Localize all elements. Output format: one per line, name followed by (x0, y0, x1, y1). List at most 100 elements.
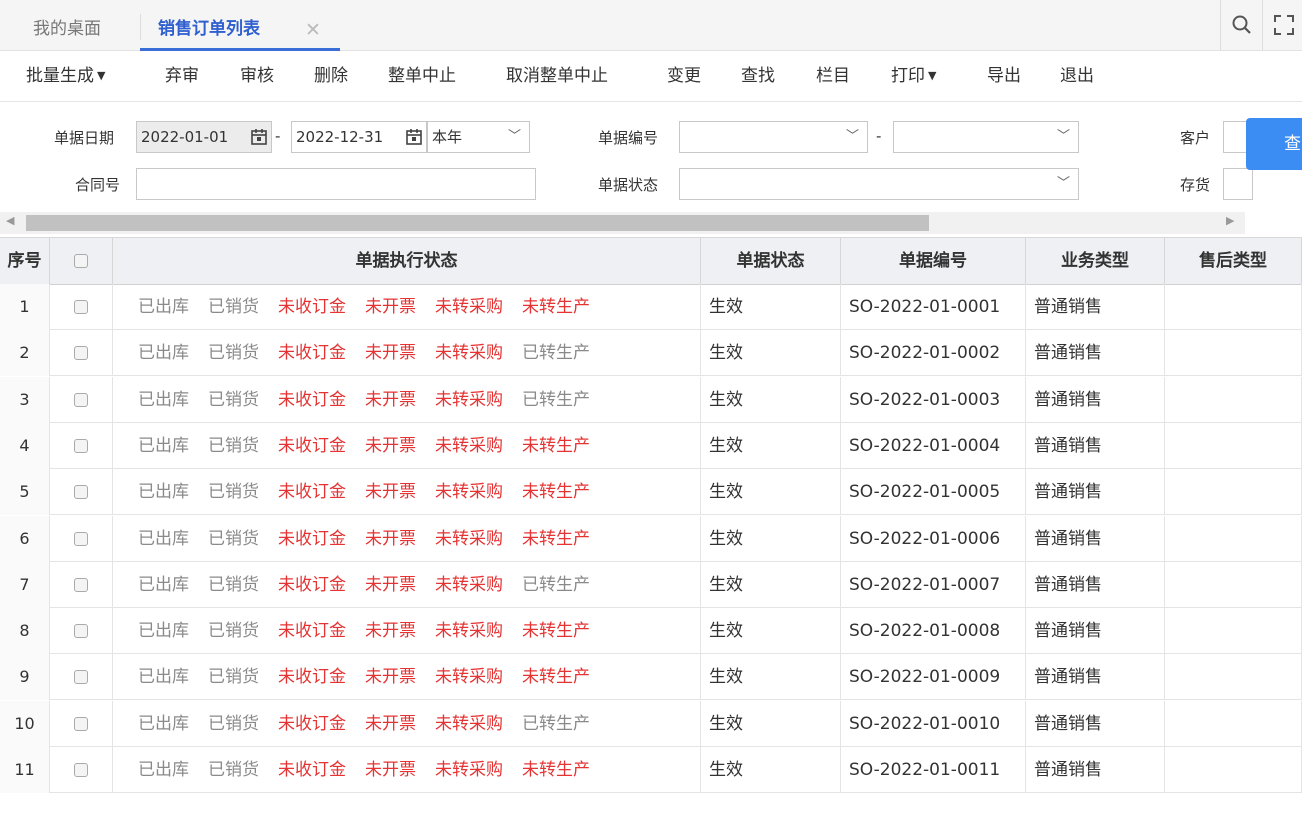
row-exec-status: 已出库 已销货 未收订金 未开票 未转采购 已转生产 (113, 330, 701, 377)
table-row[interactable]: 5 已出库 已销货 未收订金 未开票 未转采购 未转生产 生效 SO-2022-01-0005 普… (0, 469, 1302, 516)
table-row[interactable]: 9 已出库 已销货 未收订金 未开票 未转采购 未转生产 生效 SO-2022-01-0009 普… (0, 654, 1302, 701)
inventory-input[interactable] (1223, 168, 1253, 200)
row-checkbox[interactable] (74, 577, 88, 592)
row-doc-no[interactable]: SO-2022-01-0009 (841, 654, 1026, 701)
row-checkbox-cell[interactable] (50, 561, 113, 608)
tab-desktop[interactable]: 我的桌面 (33, 0, 101, 50)
fullscreen-button[interactable] (1262, 0, 1302, 50)
row-checkbox-cell[interactable] (50, 284, 113, 330)
row-doc-no[interactable]: SO-2022-01-0010 (841, 700, 1026, 747)
row-checkbox-cell[interactable] (50, 700, 113, 747)
table-row[interactable]: 3 已出库 已销货 未收订金 未开票 未转采购 已转生产 生效 SO-2022-01-0003 普… (0, 376, 1302, 423)
delete-button[interactable]: 删除 (314, 51, 348, 101)
header-after-sale-type[interactable]: 售后类型 (1165, 238, 1302, 284)
search-button[interactable] (1220, 0, 1261, 50)
row-after-sale-type (1165, 747, 1302, 793)
exec-status-tag: 未开票 (365, 667, 416, 688)
docno-from-select[interactable]: ﹀ (679, 121, 868, 153)
scroll-left-icon[interactable]: ◀ (6, 214, 14, 227)
row-doc-no[interactable]: SO-2022-01-0003 (841, 376, 1026, 423)
row-checkbox-cell[interactable] (50, 469, 113, 516)
scroll-right-icon[interactable]: ▶ (1226, 214, 1234, 227)
columns-button[interactable]: 栏目 (816, 51, 850, 101)
export-button[interactable]: 导出 (987, 51, 1021, 101)
row-checkbox[interactable] (74, 531, 88, 546)
chevron-down-icon: ▼ (97, 69, 106, 82)
exec-status-tag: 已出库 (138, 297, 189, 317)
row-checkbox-cell[interactable] (50, 654, 113, 701)
change-button[interactable]: 变更 (667, 51, 701, 101)
contract-input[interactable] (136, 168, 536, 200)
find-button[interactable]: 查找 (741, 51, 775, 101)
calendar-icon[interactable] (405, 128, 423, 146)
approve-button[interactable]: 审核 (240, 51, 274, 101)
header-doc-no[interactable]: 单据编号 (841, 238, 1026, 284)
row-checkbox[interactable] (74, 438, 88, 453)
query-button[interactable]: 查 (1246, 118, 1302, 170)
row-checkbox[interactable] (74, 392, 88, 407)
table-row[interactable]: 8 已出库 已销货 未收订金 未开票 未转采购 未转生产 生效 SO-2022-01-0008 普… (0, 608, 1302, 655)
row-checkbox-cell[interactable] (50, 330, 113, 377)
scrollbar-thumb[interactable] (26, 215, 929, 231)
table-row[interactable]: 10 已出库 已销货 未收订金 未开票 未转采购 已转生产 生效 SO-2022-01-0010… (0, 700, 1302, 747)
row-checkbox[interactable] (74, 624, 88, 639)
chevron-down-icon: ﹀ (507, 129, 521, 144)
tab-sales-order-list[interactable]: 销售订单列表 ✕ (140, 0, 340, 51)
row-doc-status: 生效 (701, 515, 841, 562)
unapprove-button[interactable]: 弃审 (165, 51, 199, 101)
select-all-checkbox[interactable] (74, 254, 88, 268)
header-exec-status[interactable]: 单据执行状态 (113, 238, 701, 284)
header-doc-status[interactable]: 单据状态 (701, 238, 841, 284)
cancel-terminate-button[interactable]: 取消整单中止 (506, 51, 608, 101)
docstatus-select[interactable]: ﹀ (679, 168, 1079, 200)
batch-generate-button[interactable]: 批量生成 ▼ (26, 51, 105, 101)
terminate-order-button[interactable]: 整单中止 (388, 51, 456, 101)
row-seq: 2 (0, 330, 50, 377)
exit-button[interactable]: 退出 (1060, 51, 1094, 101)
row-checkbox-cell[interactable] (50, 747, 113, 793)
row-biz-type: 普通销售 (1026, 561, 1165, 608)
row-biz-type: 普通销售 (1026, 747, 1165, 793)
docno-to-select[interactable]: ﹀ (893, 121, 1079, 153)
header-select-all[interactable] (50, 238, 113, 284)
exec-status-tag: 未转生产 (522, 528, 590, 549)
row-doc-no[interactable]: SO-2022-01-0002 (841, 330, 1026, 377)
row-doc-no[interactable]: SO-2022-01-0007 (841, 561, 1026, 608)
table-row[interactable]: 6 已出库 已销货 未收订金 未开票 未转采购 未转生产 生效 SO-2022-01-0006 普… (0, 515, 1302, 562)
row-doc-no[interactable]: SO-2022-01-0005 (841, 469, 1026, 516)
exec-status-tag: 未开票 (365, 574, 416, 595)
table-row[interactable]: 4 已出库 已销货 未收订金 未开票 未转采购 未转生产 生效 SO-2022-01-0004 普… (0, 422, 1302, 469)
row-checkbox[interactable] (74, 346, 88, 361)
row-checkbox[interactable] (74, 670, 88, 685)
row-doc-no[interactable]: SO-2022-01-0008 (841, 608, 1026, 655)
print-button[interactable]: 打印 ▼ (891, 51, 936, 101)
row-doc-no[interactable]: SO-2022-01-0006 (841, 515, 1026, 562)
date-from-input[interactable]: 2022-01-01 (136, 121, 272, 153)
horizontal-scrollbar[interactable]: ◀ ▶ (0, 212, 1245, 234)
table-row[interactable]: 7 已出库 已销货 未收订金 未开票 未转采购 已转生产 生效 SO-2022-01-0007 普… (0, 561, 1302, 608)
row-doc-no[interactable]: SO-2022-01-0011 (841, 747, 1026, 793)
exec-status-tag: 未开票 (365, 435, 416, 456)
row-doc-no[interactable]: SO-2022-01-0001 (841, 284, 1026, 330)
row-checkbox[interactable] (74, 763, 88, 777)
table-row[interactable]: 1 已出库 已销货 未收订金 未开票 未转采购 未转生产 生效 SO-2022-01-0001 普… (0, 284, 1302, 330)
exec-status-tag: 未转生产 (522, 621, 590, 642)
row-checkbox[interactable] (74, 716, 88, 731)
table-row[interactable]: 2 已出库 已销货 未收订金 未开票 未转采购 已转生产 生效 SO-2022-01-0002 普… (0, 330, 1302, 377)
row-checkbox-cell[interactable] (50, 608, 113, 655)
exec-status-tag: 已销货 (208, 389, 259, 410)
row-checkbox[interactable] (74, 485, 88, 500)
row-checkbox-cell[interactable] (50, 376, 113, 423)
row-doc-status: 生效 (701, 284, 841, 330)
calendar-icon[interactable] (250, 128, 268, 146)
row-checkbox-cell[interactable] (50, 422, 113, 469)
date-to-input[interactable]: 2022-12-31 (291, 121, 427, 153)
row-doc-no[interactable]: SO-2022-01-0004 (841, 422, 1026, 469)
table-row[interactable]: 11 已出库 已销货 未收订金 未开票 未转采购 未转生产 生效 SO-2022-01-0011… (0, 747, 1302, 793)
row-exec-status: 已出库 已销货 未收订金 未开票 未转采购 未转生产 (113, 422, 701, 469)
contract-label: 合同号 (75, 176, 121, 194)
row-checkbox[interactable] (74, 300, 88, 314)
header-biz-type[interactable]: 业务类型 (1026, 238, 1165, 284)
period-select[interactable]: 本年 ﹀ (427, 121, 530, 153)
row-checkbox-cell[interactable] (50, 515, 113, 562)
